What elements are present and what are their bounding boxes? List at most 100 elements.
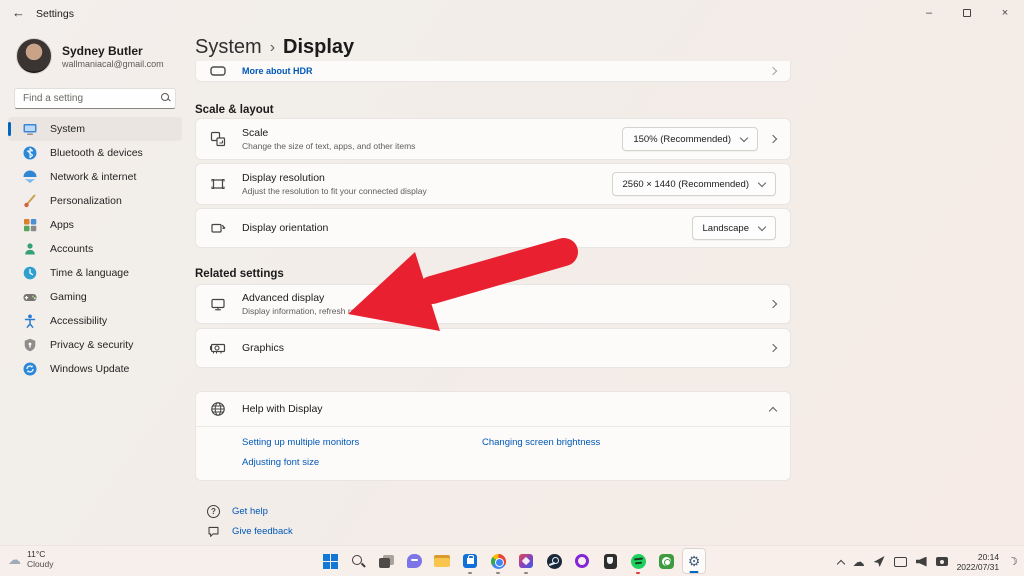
clock[interactable]: 20:14 2022/07/31	[957, 552, 1000, 572]
taskbar-apps: ⚙	[318, 548, 706, 574]
taskbar-search-button[interactable]	[346, 548, 370, 574]
epic-games-button[interactable]	[598, 548, 622, 574]
hdr-card[interactable]: More about HDR	[195, 61, 791, 82]
chat-button[interactable]	[402, 548, 426, 574]
start-button[interactable]	[318, 548, 342, 574]
monitor-icon	[210, 296, 226, 312]
sidebar-item-personalization[interactable]: Personalization	[8, 189, 182, 213]
epic-games-icon	[604, 554, 617, 569]
question-mark-icon: ?	[207, 505, 220, 518]
location-arrow-icon[interactable]	[874, 556, 885, 567]
camera-tray-icon[interactable]	[936, 557, 948, 566]
store-icon	[463, 554, 477, 568]
chrome-button[interactable]	[486, 548, 510, 574]
window-controls: – ×	[910, 0, 1024, 26]
user-name: Sydney Butler	[62, 44, 164, 59]
give-feedback-link[interactable]: Give feedback	[207, 521, 791, 541]
notification-dot	[636, 572, 640, 575]
photos-button[interactable]	[514, 548, 538, 574]
settings-sidebar: Sydney Butler wallmaniacal@gmail.com Sys…	[0, 26, 190, 545]
breadcrumb-system[interactable]: System	[195, 36, 262, 59]
running-indicator	[468, 572, 472, 575]
folder-icon	[434, 555, 450, 567]
sidebar-item-bluetooth[interactable]: Bluetooth & devices	[8, 141, 182, 165]
sidebar-item-gaming[interactable]: Gaming	[8, 285, 182, 309]
help-link-multiple-monitors[interactable]: Setting up multiple monitors	[242, 437, 482, 448]
settings-titlebar: ← Settings – ×	[0, 0, 1024, 26]
scale-dropdown[interactable]: 150% (Recommended)	[622, 127, 758, 151]
get-help-link[interactable]: ? Get help	[207, 501, 791, 521]
search-input[interactable]	[14, 88, 176, 109]
display-tray-icon[interactable]	[894, 557, 907, 567]
breadcrumb-separator: ›	[270, 38, 275, 57]
display-settings-page: System › Display More about HDR Scale & …	[195, 26, 791, 545]
steam-icon	[547, 554, 562, 569]
minimize-button[interactable]: –	[910, 0, 948, 26]
volume-icon[interactable]	[916, 557, 927, 567]
chrome-icon	[491, 554, 506, 569]
tray-time: 20:14	[957, 552, 1000, 562]
help-header[interactable]: Help with Display	[196, 392, 790, 426]
file-explorer-button[interactable]	[430, 548, 454, 574]
chevron-right-icon	[769, 67, 777, 75]
resolution-subtitle: Adjust the resolution to fit your connec…	[242, 186, 427, 196]
sidebar-item-network[interactable]: Network & internet	[8, 165, 182, 189]
steam-button[interactable]	[542, 548, 566, 574]
task-view-button[interactable]	[374, 548, 398, 574]
avatar	[16, 38, 52, 74]
graphics-row[interactable]: Graphics	[195, 328, 791, 368]
hidden-icons-chevron[interactable]	[838, 557, 844, 567]
sidebar-item-label: Gaming	[50, 291, 87, 303]
user-profile[interactable]: Sydney Butler wallmaniacal@gmail.com	[0, 26, 190, 74]
maximize-button[interactable]	[948, 0, 986, 26]
orientation-icon	[210, 220, 226, 236]
cloud-icon: ☁	[8, 553, 21, 566]
gear-icon: ⚙	[688, 554, 701, 568]
sidebar-item-label: Accessibility	[50, 315, 107, 327]
taskbar: ☁ 11°C Cloudy ⚙ ☁	[0, 545, 1024, 576]
windows-logo-icon	[323, 554, 338, 569]
sidebar-item-time-language[interactable]: Time & language	[8, 261, 182, 285]
spotify-button[interactable]	[626, 548, 650, 574]
weather-widget[interactable]: ☁ 11°C Cloudy	[8, 549, 53, 569]
sidebar-item-label: Bluetooth & devices	[50, 147, 143, 159]
chevron-down-icon	[758, 222, 766, 230]
close-button[interactable]: ×	[986, 0, 1024, 26]
resolution-icon	[210, 176, 226, 192]
scale-value: 150% (Recommended)	[633, 134, 731, 145]
search-icon	[161, 93, 169, 101]
sidebar-item-system[interactable]: System	[8, 117, 182, 141]
resolution-value: 2560 × 1440 (Recommended)	[623, 179, 749, 190]
focus-assist-moon-icon[interactable]: ☽	[1007, 554, 1020, 569]
help-link-screen-brightness[interactable]: Changing screen brightness	[482, 437, 776, 448]
more-about-hdr-link[interactable]: More about HDR	[242, 66, 313, 76]
advanced-display-subtitle: Display information, refresh rate	[242, 306, 362, 316]
app-title: Settings	[36, 8, 74, 20]
gamepad-icon	[22, 289, 38, 305]
back-icon[interactable]: ←	[12, 5, 25, 20]
sidebar-item-apps[interactable]: Apps	[8, 213, 182, 237]
onedrive-cloud-icon[interactable]: ☁	[853, 555, 865, 569]
sidebar-item-accounts[interactable]: Accounts	[8, 237, 182, 261]
advanced-display-row[interactable]: Advanced display Display information, re…	[195, 284, 791, 324]
purple-ring-app-button[interactable]	[570, 548, 594, 574]
help-link-font-size[interactable]: Adjusting font size	[242, 457, 482, 468]
section-related-settings: Related settings	[195, 268, 791, 282]
sidebar-item-privacy[interactable]: Privacy & security	[8, 333, 182, 357]
resolution-dropdown[interactable]: 2560 × 1440 (Recommended)	[612, 172, 776, 196]
help-title: Help with Display	[242, 403, 323, 415]
orientation-dropdown[interactable]: Landscape	[692, 216, 776, 240]
accessibility-person-icon	[22, 313, 38, 329]
sidebar-item-windows-update[interactable]: Windows Update	[8, 357, 182, 381]
user-email: wallmaniacal@gmail.com	[62, 59, 164, 69]
chat-icon	[407, 554, 422, 568]
microsoft-store-button[interactable]	[458, 548, 482, 574]
sidebar-item-accessibility[interactable]: Accessibility	[8, 309, 182, 333]
sidebar-item-label: Network & internet	[50, 171, 136, 183]
xbox-button[interactable]	[654, 548, 678, 574]
advanced-display-title: Advanced display	[242, 292, 362, 304]
brush-icon	[22, 193, 38, 209]
settings-taskbar-button[interactable]: ⚙	[682, 548, 706, 574]
sidebar-nav: System Bluetooth & devices Network & int…	[0, 117, 190, 381]
scale-row[interactable]: Scale Change the size of text, apps, and…	[195, 118, 791, 160]
